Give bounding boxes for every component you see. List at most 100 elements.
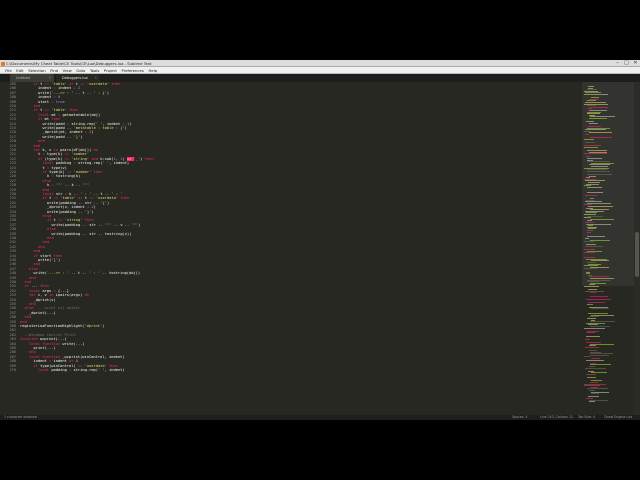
code-token: -- print nil object <box>33 306 81 311</box>
vertical-scrollbar[interactable] <box>634 82 640 415</box>
code-token: _dprint(...) <box>29 310 56 315</box>
code-token: then <box>51 117 61 122</box>
code-token: end <box>38 244 45 249</box>
code-token: '--->> : ' <box>51 90 74 95</box>
code-token: == <box>126 156 134 161</box>
code-token: type <box>46 152 56 157</box>
scroll-thumb[interactable] <box>635 232 639 277</box>
menu-file[interactable]: File <box>3 67 14 73</box>
code-token: then <box>84 218 94 223</box>
menu-help[interactable]: Help <box>146 67 159 73</box>
code-token: ' : ' <box>111 192 123 196</box>
code-token: 'number' <box>73 170 94 174</box>
tab-untitled[interactable]: Untitled × <box>10 74 54 82</box>
minimap-line <box>584 241 594 243</box>
line-number-gutter: 205 206 207 208 209 210 211 212 213 214 215 216 217 2… <box>0 82 18 415</box>
code-line: print(...) <box>34 346 56 350</box>
code-token: if <box>47 218 54 223</box>
minimap-line <box>590 354 609 356</box>
code-token: string <box>73 368 87 372</box>
status-tab-size[interactable]: Tab Size: 4 <box>578 415 595 420</box>
minimize-icon[interactable]: – <box>613 60 622 67</box>
code-editor[interactable]: 205 206 207 208 209 210 211 212 213 214 215 216 217 2… <box>0 82 582 415</box>
menu-view[interactable]: View <box>60 67 74 73</box>
minimap-line <box>591 308 609 310</box>
code-token: (k) <box>55 152 65 157</box>
code-token: .rep( <box>84 121 96 126</box>
minimap-line <box>587 170 610 172</box>
minimap-line <box>590 295 608 297</box>
code-token: 'table' <box>51 108 70 113</box>
code-token: then <box>53 253 63 258</box>
code-token: ) <box>138 222 141 227</box>
code-token: 'table' <box>51 82 70 86</box>
code-token: end <box>42 187 50 192</box>
minimap-line <box>585 246 603 247</box>
code-token: == <box>66 170 74 174</box>
code-token: then <box>120 196 130 201</box>
tab-close-icon[interactable]: × <box>95 74 97 82</box>
status-spaces[interactable]: Spaces: 4 <box>512 415 528 420</box>
code-token: ' : ' <box>89 271 103 276</box>
menu-find[interactable]: Find <box>48 67 60 73</box>
code-token: registerLuaFunctionHighlight <box>20 324 83 328</box>
code-token: end <box>33 104 41 108</box>
menu-edit[interactable]: Edit <box>14 67 26 73</box>
minimap-line <box>589 118 607 119</box>
maximize-icon[interactable]: □ <box>622 60 631 67</box>
tab-bar: Untitled × Debuggers.lua × <box>0 74 640 82</box>
code-line: write(padding .. str .. '"' .. v .. '"') <box>52 223 141 227</box>
code-token: args <box>42 288 54 293</box>
code-token: 'userdata' <box>84 363 110 368</box>
minimap-line <box>589 175 596 177</box>
code-token: write <box>42 134 54 139</box>
code-token: function <box>42 354 63 359</box>
menu-goto[interactable]: Goto <box>74 67 88 73</box>
code-token: (v)) <box>122 231 132 236</box>
code-token: tostring <box>104 231 123 236</box>
code-token: dF(obj) <box>73 148 90 152</box>
minimap-line <box>587 377 596 379</box>
code-token: padding <box>55 161 74 166</box>
code-token: ) <box>80 134 83 139</box>
minimap[interactable] <box>582 82 634 415</box>
menu-selection[interactable]: Selection <box>26 67 48 73</box>
tab-debuggers-lua[interactable]: Debuggers.lua × <box>56 74 100 82</box>
code-token: 'userdata' <box>95 196 121 201</box>
code-token: (type(k) <box>44 156 65 161</box>
code-token: ) <box>106 90 110 95</box>
code-token: or <box>78 196 85 201</box>
code-token: write <box>42 126 54 130</box>
minimap-line <box>586 374 596 375</box>
code-token: local <box>42 161 56 166</box>
code-token: write <box>38 90 50 95</box>
code-token: _dprint(v) <box>33 297 56 302</box>
minimap-line <box>584 327 605 329</box>
close-icon[interactable]: ✕ <box>631 60 640 67</box>
status-syntax[interactable]: Cheat Engine Lua <box>604 415 632 420</box>
code-token: write <box>62 341 74 346</box>
menu-preferences[interactable]: Preferences <box>119 67 146 73</box>
code-token: local <box>29 288 43 293</box>
tab-close-icon[interactable]: × <box>49 74 51 82</box>
code-token: == <box>77 363 85 368</box>
menu-project[interactable]: Project <box>102 67 120 73</box>
code-area[interactable]: if t == 'table' or t == 'userdata' then i… <box>20 82 580 415</box>
code-token: type <box>49 170 59 174</box>
code-token: 'number' <box>71 152 90 157</box>
code-token: and <box>91 156 101 161</box>
code-token: local <box>38 368 52 372</box>
code-token: end <box>47 236 54 240</box>
code-token: else <box>42 178 52 183</box>
code-line: registerLuaFunctionHighlight('dprint') <box>20 324 104 328</box>
minimap-line <box>587 186 602 188</box>
minimap-line <box>584 146 598 148</box>
code-token: end <box>38 139 45 144</box>
code-token: == <box>58 218 65 223</box>
code-line: k = tostring(k) <box>47 174 80 178</box>
menu-tools[interactable]: Tools <box>88 67 102 73</box>
code-token: '}' <box>51 258 59 262</box>
sublime-text-window: C:\Documents\My Cheat Table\CE Tools\CE\… <box>0 60 640 420</box>
minimap-line <box>585 142 595 143</box>
menu-bar: File Edit Selection Find View Goto Tools… <box>0 67 640 74</box>
